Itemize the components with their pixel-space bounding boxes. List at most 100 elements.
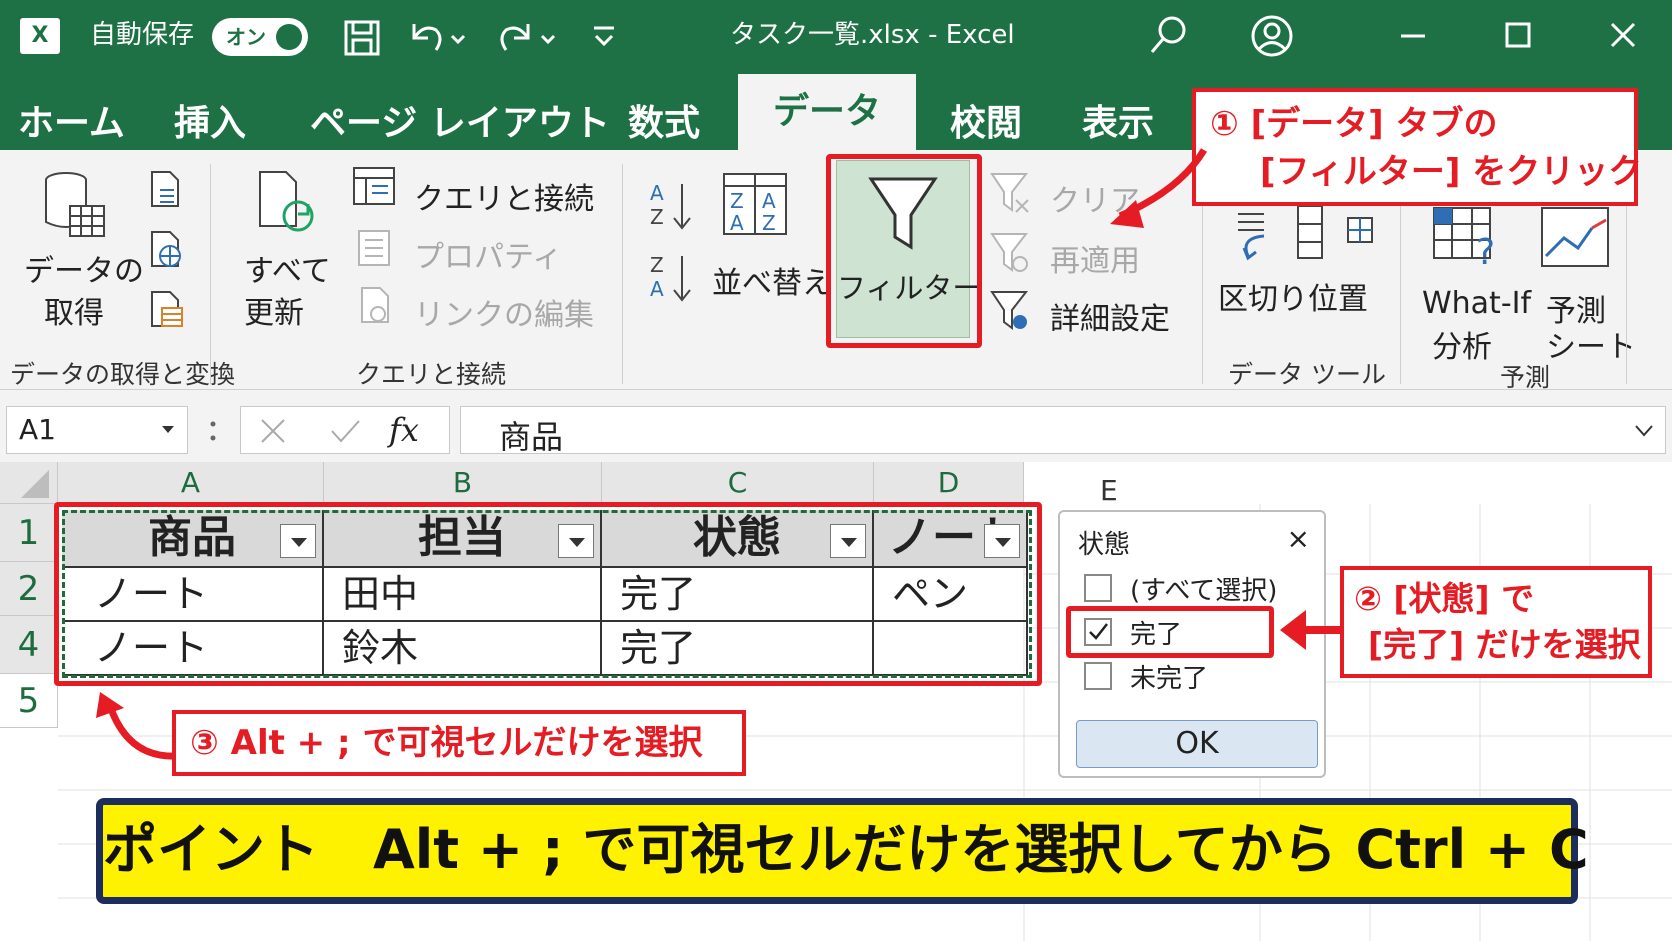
svg-text:Z: Z bbox=[730, 189, 744, 213]
what-if-label-2[interactable]: 分析 bbox=[1432, 322, 1492, 366]
step1-text-1: ① [データ] タブの bbox=[1210, 104, 1498, 144]
step1-text-2: [フィルター] をクリック bbox=[1260, 152, 1643, 192]
filter-item-label[interactable]: (すべて選択) bbox=[1130, 570, 1277, 607]
step2-text-1: ② [状態] で bbox=[1354, 579, 1535, 618]
sort-az-icon[interactable]: AZ bbox=[648, 178, 698, 236]
what-if-icon[interactable]: ? bbox=[1432, 206, 1506, 270]
minimize-icon[interactable] bbox=[1398, 20, 1428, 50]
refresh-all-label[interactable]: すべて bbox=[244, 246, 331, 290]
checkbox-incomplete[interactable] bbox=[1084, 662, 1112, 690]
row-header-2[interactable]: 2 bbox=[0, 562, 58, 616]
get-data-label[interactable]: データの bbox=[24, 246, 144, 290]
expand-formula-icon[interactable] bbox=[1635, 425, 1653, 437]
autosave-toggle[interactable]: オン bbox=[212, 18, 308, 56]
properties-label: プロパティ bbox=[414, 240, 563, 275]
account-icon[interactable] bbox=[1250, 14, 1294, 58]
close-icon[interactable] bbox=[1608, 20, 1638, 50]
sort-dialog-icon[interactable]: ZAAZ bbox=[722, 172, 788, 236]
enter-check-icon[interactable] bbox=[329, 417, 361, 445]
maximize-icon[interactable] bbox=[1503, 20, 1533, 50]
what-if-label[interactable]: What-If bbox=[1422, 286, 1531, 321]
table-highlight bbox=[54, 502, 1042, 686]
query-connections-icon[interactable] bbox=[352, 166, 396, 206]
row-header-5[interactable]: 5 bbox=[0, 674, 58, 728]
formula-actions: fx bbox=[240, 406, 450, 454]
edit-links-icon bbox=[361, 287, 389, 323]
forecast-label-2[interactable]: シート bbox=[1546, 322, 1636, 366]
column-header-b[interactable]: B bbox=[324, 462, 602, 504]
svg-text:Z: Z bbox=[762, 211, 776, 235]
tab-formulas[interactable]: 数式 bbox=[628, 94, 700, 146]
text-to-columns-icon[interactable] bbox=[1234, 206, 1286, 262]
checkbox-select-all[interactable] bbox=[1084, 574, 1112, 602]
name-box-value: A1 bbox=[19, 413, 56, 446]
step1-arrow bbox=[1110, 148, 1208, 228]
row-header-1[interactable]: 1 bbox=[0, 504, 58, 562]
tab-page-layout[interactable]: ページ レイアウト bbox=[310, 94, 610, 146]
redo-icon[interactable] bbox=[494, 16, 558, 58]
name-box-dropdown-icon[interactable] bbox=[161, 425, 175, 435]
group-get-transform: データの取得と変換 bbox=[10, 360, 236, 389]
cancel-entry-icon[interactable] bbox=[259, 417, 287, 445]
column-header-e[interactable]: E bbox=[1100, 474, 1118, 507]
save-icon[interactable] bbox=[342, 18, 382, 58]
tab-insert[interactable]: 挿入 bbox=[174, 94, 246, 146]
refresh-all-icon[interactable] bbox=[252, 170, 322, 240]
tab-home[interactable]: ホーム bbox=[18, 94, 125, 146]
advanced-filter-icon[interactable] bbox=[990, 290, 1032, 332]
insert-function-icon[interactable]: fx bbox=[389, 411, 419, 449]
svg-text:?: ? bbox=[1476, 232, 1495, 270]
group-separator bbox=[210, 164, 211, 384]
formula-bar: A1 fx 商品 bbox=[0, 390, 1672, 462]
select-all-corner[interactable] bbox=[0, 462, 58, 504]
customize-toolbar-icon[interactable] bbox=[590, 22, 618, 52]
column-header-d[interactable]: D bbox=[874, 462, 1024, 504]
advanced-label[interactable]: 詳細設定 bbox=[1050, 294, 1170, 338]
flash-fill-icon[interactable] bbox=[1294, 204, 1326, 260]
sort-label[interactable]: 並べ替え bbox=[712, 258, 832, 302]
svg-text:A: A bbox=[730, 211, 744, 235]
close-icon[interactable]: × bbox=[1287, 522, 1310, 555]
from-table-icon[interactable] bbox=[146, 290, 186, 330]
autosave-label: 自動保存 bbox=[90, 20, 195, 50]
ok-button[interactable]: OK bbox=[1076, 720, 1318, 768]
tab-review[interactable]: 校閲 bbox=[950, 94, 1022, 146]
svg-text:Z: Z bbox=[650, 205, 664, 229]
forecast-sheet-icon[interactable] bbox=[1540, 206, 1610, 270]
column-header-c[interactable]: C bbox=[602, 462, 874, 504]
step2-arrow bbox=[1280, 610, 1342, 650]
more-dots-icon bbox=[210, 421, 216, 441]
get-data-label-2[interactable]: 取得 bbox=[44, 288, 104, 332]
remove-duplicates-icon[interactable] bbox=[1346, 216, 1374, 244]
formula-input[interactable]: 商品 bbox=[460, 406, 1666, 456]
group-queries: クエリと接続 bbox=[356, 360, 507, 389]
svg-text:A: A bbox=[762, 189, 776, 213]
svg-text:Z: Z bbox=[650, 253, 664, 277]
from-text-icon[interactable] bbox=[146, 170, 186, 210]
tab-view[interactable]: 表示 bbox=[1082, 94, 1154, 146]
filter-panel-title: 状態 bbox=[1078, 530, 1131, 560]
search-icon[interactable] bbox=[1148, 14, 1188, 58]
sort-za-icon[interactable]: ZA bbox=[648, 250, 698, 308]
undo-icon[interactable] bbox=[404, 16, 468, 58]
window-title: タスク一覧.xlsx - Excel bbox=[730, 20, 1015, 50]
database-icon[interactable] bbox=[40, 170, 110, 242]
properties-icon bbox=[358, 230, 390, 266]
toggle-knob bbox=[276, 24, 302, 50]
corner-triangle-icon bbox=[20, 470, 49, 498]
title-bar: X 自動保存 オン タスク一覧.xlsx - Excel bbox=[0, 0, 1672, 74]
filter-item-label[interactable]: 未完了 bbox=[1130, 658, 1208, 695]
group-data-tools: データ ツール bbox=[1228, 360, 1386, 389]
edit-links-label: リンクの編集 bbox=[414, 298, 594, 333]
row-header-4[interactable]: 4 bbox=[0, 616, 58, 674]
tab-data[interactable]: データ bbox=[738, 74, 916, 150]
column-header-a[interactable]: A bbox=[58, 462, 324, 504]
filter-highlight bbox=[826, 154, 982, 348]
complete-highlight bbox=[1066, 606, 1274, 658]
name-box[interactable]: A1 bbox=[6, 406, 188, 454]
refresh-all-label-2[interactable]: 更新 bbox=[244, 288, 304, 332]
step2-text-2: [完了] だけを選択 bbox=[1368, 625, 1641, 664]
from-web-icon[interactable] bbox=[146, 230, 186, 270]
query-connections-label[interactable]: クエリと接続 bbox=[414, 174, 594, 218]
text-to-columns-label[interactable]: 区切り位置 bbox=[1218, 274, 1368, 318]
